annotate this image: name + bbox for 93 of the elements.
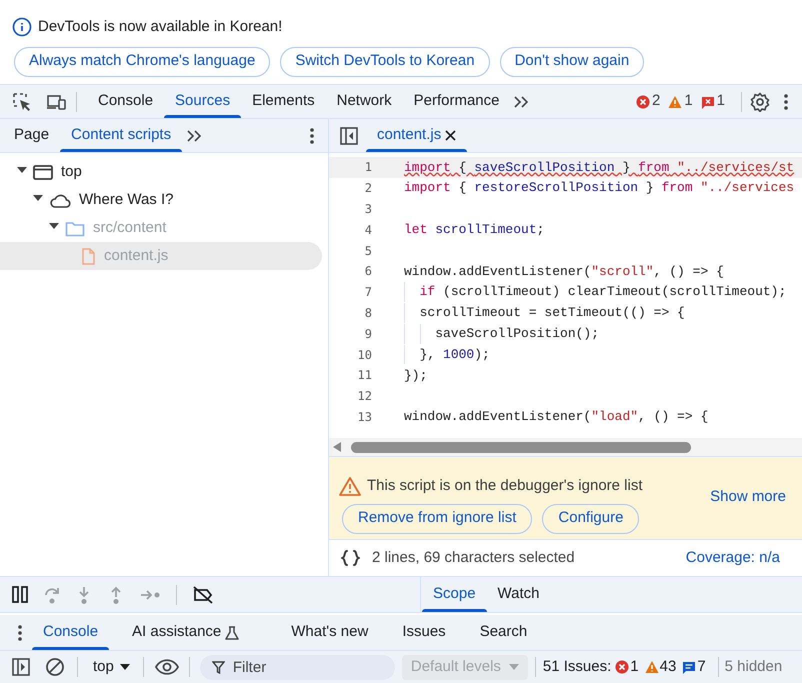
line-number: 2 bbox=[364, 180, 373, 198]
count: 1 bbox=[630, 656, 639, 677]
context-dropdown[interactable]: top bbox=[91, 656, 132, 678]
code-line: }, 1000); bbox=[418, 346, 490, 362]
tab[interactable]: Network bbox=[326, 85, 403, 118]
more-options-icon[interactable] bbox=[310, 128, 314, 144]
show-more-link[interactable]: Show more bbox=[710, 486, 786, 508]
tab[interactable]: Performance bbox=[402, 85, 510, 118]
scrollbar-thumb[interactable] bbox=[351, 442, 691, 452]
line-number: 4 bbox=[364, 222, 373, 239]
code-line: scrollTimeout = setTimeout(() => { bbox=[418, 305, 685, 320]
sidebar-toggle-icon[interactable] bbox=[12, 658, 30, 676]
line-number: 8 bbox=[364, 304, 373, 322]
count: 2 bbox=[652, 91, 660, 112]
count: 1 bbox=[716, 91, 725, 112]
folder-icon bbox=[65, 220, 85, 236]
code-line: if (scrollTimeout) clearTimeout(scrollTimeout); bbox=[418, 284, 786, 300]
error-icon bbox=[636, 94, 650, 108]
frame-icon bbox=[33, 164, 53, 180]
line-number: 13 bbox=[356, 408, 373, 426]
device-icon[interactable] bbox=[46, 92, 66, 110]
more-options-icon[interactable] bbox=[784, 94, 788, 110]
tab[interactable]: Page bbox=[3, 119, 60, 152]
scroll-left-icon[interactable] bbox=[333, 442, 341, 452]
deactivate-breakpoints-icon[interactable] bbox=[193, 586, 213, 604]
more-tabs-icon[interactable] bbox=[186, 128, 202, 142]
tree-item[interactable]: Where Was I? bbox=[0, 186, 322, 214]
dropdown-arrow-icon bbox=[120, 664, 130, 670]
tab[interactable]: Scope bbox=[422, 577, 487, 612]
file-icon bbox=[81, 248, 96, 264]
cloud-icon bbox=[49, 192, 71, 208]
code-line: import { saveScrollPosition } from "../services/st bbox=[404, 160, 794, 175]
warning-message: This script is on the debugger's ignore list bbox=[367, 476, 643, 496]
tree-item[interactable]: top bbox=[0, 158, 322, 186]
info-icon bbox=[12, 17, 32, 38]
more-tabs-icon[interactable] bbox=[512, 94, 528, 108]
count: 7 bbox=[697, 656, 706, 677]
infobar-button[interactable]: Don't show again bbox=[500, 46, 644, 76]
filter-icon bbox=[212, 660, 225, 674]
line-number: 1 bbox=[364, 159, 373, 176]
pause-icon[interactable] bbox=[12, 586, 28, 603]
code-line: let scrollTimeout; bbox=[404, 222, 544, 238]
settings-icon[interactable] bbox=[750, 92, 770, 112]
clear-icon[interactable] bbox=[46, 658, 64, 676]
filter-field[interactable]: Filter bbox=[200, 654, 395, 680]
close-icon[interactable] bbox=[445, 130, 456, 141]
infobar-button[interactable]: Always match Chrome's language bbox=[14, 46, 270, 76]
line-number: 3 bbox=[364, 200, 373, 218]
line-number: 7 bbox=[364, 284, 373, 302]
more-options-icon[interactable] bbox=[18, 624, 22, 640]
banner-button[interactable]: Configure bbox=[542, 504, 640, 534]
flask-icon bbox=[225, 626, 240, 640]
banner-button[interactable]: Remove from ignore list bbox=[342, 504, 532, 534]
tab[interactable]: Issues bbox=[391, 615, 457, 650]
hidden-count: 5 hidden bbox=[724, 656, 782, 677]
message-icon bbox=[682, 660, 696, 674]
line-number: 6 bbox=[364, 263, 373, 280]
issue-icon bbox=[700, 94, 715, 108]
line-number: 10 bbox=[356, 346, 373, 364]
inspect-icon[interactable] bbox=[12, 92, 32, 112]
tab[interactable]: Watch bbox=[486, 577, 550, 612]
sidebar-toggle-icon[interactable] bbox=[340, 126, 358, 144]
error-icon bbox=[615, 660, 630, 674]
warning-icon bbox=[339, 476, 361, 496]
tab[interactable]: Sources bbox=[164, 85, 242, 118]
tab[interactable]: Search bbox=[468, 615, 538, 650]
line-number: 9 bbox=[364, 326, 373, 343]
pretty-print-icon[interactable] bbox=[341, 549, 360, 567]
tab[interactable]: Elements bbox=[241, 85, 326, 118]
code-line: import { restoreScrollPosition } from "../services bbox=[404, 180, 794, 196]
count: 43 bbox=[660, 656, 676, 677]
coverage-link[interactable]: Coverage: n/a bbox=[686, 546, 780, 570]
eye-icon[interactable] bbox=[154, 659, 179, 675]
tab[interactable]: Console bbox=[32, 615, 110, 650]
warning-icon bbox=[644, 660, 659, 674]
dropdown-arrow-icon bbox=[508, 664, 519, 670]
warning-icon bbox=[668, 94, 682, 108]
infobar-button[interactable]: Switch DevTools to Korean bbox=[280, 46, 490, 76]
line-number: 5 bbox=[364, 242, 373, 260]
tab[interactable]: What's new bbox=[280, 615, 380, 650]
info-message: DevTools is now available in Korean! bbox=[38, 17, 282, 37]
line-number: 12 bbox=[356, 388, 373, 406]
issues-label: 51 Issues: bbox=[542, 656, 612, 677]
tab[interactable]: Console bbox=[87, 85, 164, 118]
code-line: saveScrollPosition(); bbox=[434, 326, 600, 342]
code-line: window.addEventListener("load", () => { bbox=[404, 409, 708, 424]
line-number: 11 bbox=[356, 367, 373, 384]
tab[interactable]: Content scripts bbox=[60, 119, 182, 152]
code-line: }); bbox=[404, 368, 428, 383]
count: 1 bbox=[684, 91, 693, 112]
tab[interactable]: AI assistance bbox=[121, 615, 250, 650]
selection-status: 2 lines, 69 characters selected bbox=[372, 548, 575, 568]
code-line: window.addEventListener("scroll", () => { bbox=[404, 264, 724, 279]
